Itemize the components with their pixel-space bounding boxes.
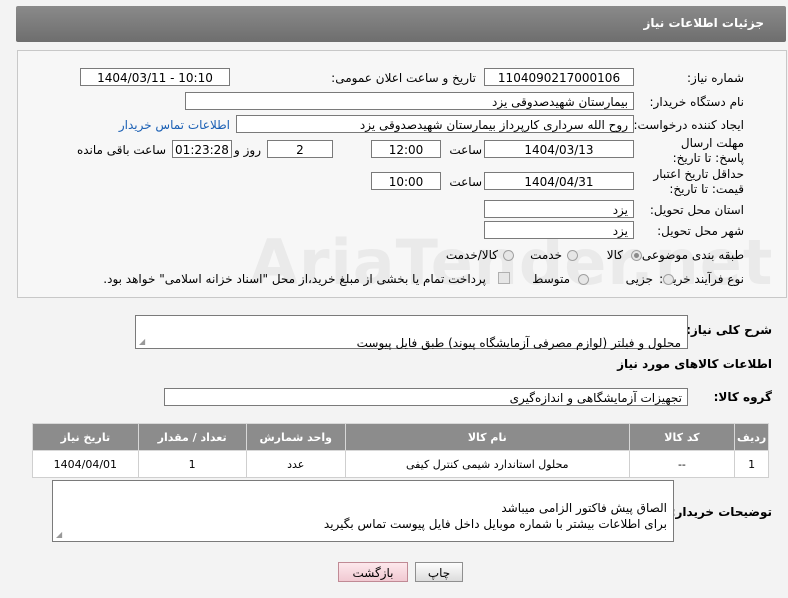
goods-table: ردیف کد کالا نام کالا واحد شمارش تعداد /… xyxy=(32,423,769,478)
buyer-org-field[interactable]: بیمارستان شهیدصدوقی یزد xyxy=(185,92,634,110)
buyer-contact-link[interactable]: اطلاعات تماس خریدار xyxy=(119,118,230,132)
days-count-field[interactable]: 2 xyxy=(267,140,333,158)
treasury-payment-note: پرداخت تمام یا بخشی از مبلغ خرید،از محل … xyxy=(103,272,486,286)
cell-item-code: -- xyxy=(628,450,736,478)
col-unit: واحد شمارش xyxy=(245,423,346,451)
category-service-label: خدمت xyxy=(530,248,562,262)
description-text: محلول و فیلتر (لوازم مصرفی آزمایشگاه پیو… xyxy=(356,336,681,350)
announce-datetime-field[interactable]: 1404/03/11 - 10:10 xyxy=(80,68,230,86)
remaining-label: ساعت باقی مانده xyxy=(76,143,166,157)
cell-quantity: 1 xyxy=(137,450,247,478)
need-number-field[interactable]: 1104090217000106 xyxy=(484,68,634,86)
cell-row-number: 1 xyxy=(734,450,769,478)
table-row[interactable]: 1 -- محلول استاندارد شیمی کنترل کیفی عدد… xyxy=(32,450,769,478)
price-validity-label: حداقل تاریخ اعتبار قیمت: تا تاریخ: xyxy=(653,167,744,196)
reply-date-field[interactable]: 1404/03/13 xyxy=(484,140,634,158)
city-field[interactable]: یزد xyxy=(484,221,634,239)
category-service-radio[interactable] xyxy=(567,250,578,261)
print-button[interactable]: چاپ xyxy=(415,562,463,582)
province-label: استان محل تحویل: xyxy=(649,203,744,217)
cell-need-date: 1404/04/01 xyxy=(32,450,139,478)
purchase-type-medium-radio[interactable] xyxy=(578,274,589,285)
purchase-type-minor-radio[interactable] xyxy=(663,274,674,285)
announce-datetime-label: تاریخ و ساعت اعلان عمومی: xyxy=(331,71,476,85)
buyer-org-label: نام دستگاه خریدار: xyxy=(649,95,745,109)
days-and-label: روز و xyxy=(234,143,261,157)
category-label: طبقه بندی موضوعی: xyxy=(637,248,744,262)
province-field[interactable]: یزد xyxy=(484,200,634,218)
resize-grip-icon[interactable]: ◢ xyxy=(56,531,64,539)
back-button[interactable]: بازگشت xyxy=(338,562,408,582)
validity-time-label: ساعت xyxy=(449,175,482,189)
buyer-notes-label: توضیحات خریدار: xyxy=(670,505,772,519)
col-item-name: نام کالا xyxy=(344,423,630,451)
purchase-type-minor-label: جزیی xyxy=(625,272,653,286)
reply-time-field[interactable]: 12:00 xyxy=(371,140,441,158)
page-title: جزئیات اطلاعات نیاز xyxy=(643,16,764,30)
col-need-date: تاریخ نیاز xyxy=(32,423,139,451)
buyer-notes-textarea[interactable]: الصاق پیش فاکتور الزامی میباشد برای اطلا… xyxy=(52,480,674,542)
table-header-row: ردیف کد کالا نام کالا واحد شمارش تعداد /… xyxy=(32,423,769,451)
requester-field[interactable]: روح الله سرداری کارپرداز بیمارستان شهیدص… xyxy=(236,115,634,133)
description-textarea[interactable]: محلول و فیلتر (لوازم مصرفی آزمایشگاه پیو… xyxy=(135,315,688,350)
validity-date-field[interactable]: 1404/04/31 xyxy=(484,172,634,190)
col-quantity: تعداد / مقدار xyxy=(137,423,247,451)
col-item-code: کد کالا xyxy=(628,423,736,451)
reply-time-label: ساعت xyxy=(449,143,482,157)
city-label: شهر محل تحویل: xyxy=(657,224,744,238)
goods-group-label: گروه کالا: xyxy=(713,390,772,404)
reply-deadline-label: مهلت ارسال پاسخ: تا تاریخ: xyxy=(672,136,744,165)
col-row-number: ردیف xyxy=(734,423,769,451)
description-label: شرح کلی نیاز: xyxy=(686,323,772,337)
purchase-type-medium-label: متوسط xyxy=(532,272,570,286)
cell-item-name: محلول استاندارد شیمی کنترل کیفی xyxy=(344,450,630,478)
category-goods-service-label: کالا/خدمت xyxy=(445,248,498,262)
buyer-notes-text: الصاق پیش فاکتور الزامی میباشد برای اطلا… xyxy=(323,501,667,531)
category-goods-label: کالا xyxy=(606,248,623,262)
need-number-label: شماره نیاز: xyxy=(687,71,744,85)
category-goods-radio[interactable] xyxy=(631,250,642,261)
requester-label: ایجاد کننده درخواست: xyxy=(633,118,744,132)
validity-time-field[interactable]: 10:00 xyxy=(371,172,441,190)
goods-group-field[interactable]: تجهیزات آزمایشگاهی و اندازه‌گیری xyxy=(164,388,688,406)
cell-unit: عدد xyxy=(245,450,346,478)
resize-grip-icon[interactable]: ◢ xyxy=(139,338,147,346)
remaining-time-field[interactable]: 01:23:28 xyxy=(172,140,232,158)
page-header: جزئیات اطلاعات نیاز xyxy=(16,6,786,42)
goods-section-title: اطلاعات کالاهای مورد نیاز xyxy=(617,357,772,371)
category-goods-service-radio[interactable] xyxy=(503,250,514,261)
treasury-payment-checkbox[interactable] xyxy=(498,272,510,284)
